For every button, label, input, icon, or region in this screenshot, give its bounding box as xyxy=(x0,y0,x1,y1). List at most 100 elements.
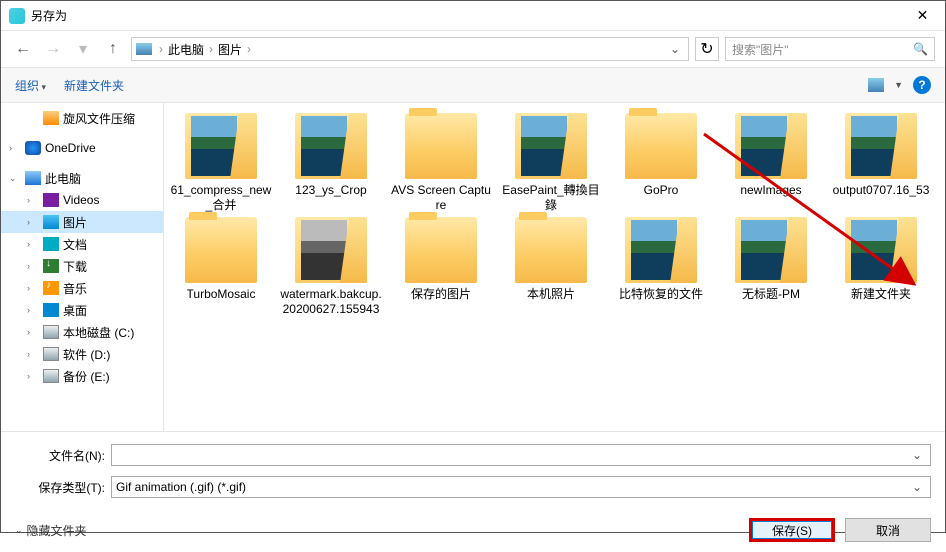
new-folder-button[interactable]: 新建文件夹 xyxy=(64,77,124,94)
chevron-icon: › xyxy=(27,239,39,249)
organize-menu[interactable]: 组织 xyxy=(15,77,46,94)
folder-icon xyxy=(735,113,807,179)
folder-item[interactable]: 本机照片 xyxy=(500,217,602,317)
folder-label: newImages xyxy=(740,183,801,198)
view-options-button[interactable] xyxy=(868,78,884,92)
folder-item[interactable]: 比特恢复的文件 xyxy=(610,217,712,317)
sidebar-item-label: 文档 xyxy=(63,236,87,253)
folder-item[interactable]: 123_ys_Crop xyxy=(280,113,382,213)
folder-item[interactable]: 新建文件夹 xyxy=(830,217,932,317)
search-icon: 🔍 xyxy=(913,42,928,56)
sidebar-item-1[interactable]: ›OneDrive xyxy=(1,137,163,159)
folder-label: 保存的图片 xyxy=(411,287,471,302)
sidebar-item-10[interactable]: › 软件 (D:) xyxy=(1,343,163,365)
folder-label: 61_compress_new_合并 xyxy=(170,183,272,213)
drive-icon xyxy=(43,369,59,383)
sidebar-item-8[interactable]: › 桌面 xyxy=(1,299,163,321)
whirl-icon xyxy=(43,111,59,125)
view-dropdown-icon[interactable]: ▼ xyxy=(894,80,903,90)
folder-icon xyxy=(515,113,587,179)
folder-item[interactable]: newImages xyxy=(720,113,822,213)
up-button[interactable]: ↑ xyxy=(101,37,125,61)
folder-label: 比特恢复的文件 xyxy=(619,287,703,302)
sidebar-item-11[interactable]: ›备份 (E:) xyxy=(1,365,163,387)
sidebar-item-label: Videos xyxy=(63,193,99,207)
sidebar-item-7[interactable]: ›音乐 xyxy=(1,277,163,299)
help-button[interactable]: ? xyxy=(913,76,931,94)
folder-label: 本机照片 xyxy=(527,287,575,302)
filename-dropdown-icon[interactable]: ⌄ xyxy=(908,448,926,462)
chevron-right-icon: › xyxy=(206,42,216,56)
folder-icon xyxy=(845,217,917,283)
sidebar-item-label: 此电脑 xyxy=(45,170,81,187)
chevron-right-icon: › xyxy=(244,42,254,56)
sidebar-item-6[interactable]: ›下载 xyxy=(1,255,163,277)
folder-icon xyxy=(845,113,917,179)
recent-dropdown[interactable]: ▾ xyxy=(71,37,95,61)
close-button[interactable]: ✕ xyxy=(900,1,945,31)
chevron-icon: › xyxy=(27,283,39,293)
folder-item[interactable]: EasePaint_轉換目錄 xyxy=(500,113,602,213)
sidebar-item-label: 旋风文件压缩 xyxy=(63,110,135,127)
folder-label: output0707.16_53 xyxy=(833,183,930,198)
folder-icon xyxy=(295,113,367,179)
filename-label: 文件名(N): xyxy=(15,447,111,464)
cancel-button[interactable]: 取消 xyxy=(845,518,931,542)
hide-folders-toggle[interactable]: ⌄ 隐藏文件夹 xyxy=(15,522,87,539)
sidebar-item-label: 下载 xyxy=(63,258,87,275)
folder-item[interactable]: 无标题-PM xyxy=(720,217,822,317)
folder-icon xyxy=(185,217,257,283)
app-icon xyxy=(9,8,25,24)
folder-label: EasePaint_轉換目錄 xyxy=(500,183,602,213)
file-grid: 61_compress_new_合并 123_ys_Crop AVS Screen … xyxy=(164,103,945,431)
folder-item[interactable]: AVS Screen Capture xyxy=(390,113,492,213)
sidebar-item-5[interactable]: › 文档 xyxy=(1,233,163,255)
folder-item[interactable]: output0707.16_53 xyxy=(830,113,932,213)
filetype-select[interactable]: Gif animation (.gif) (*.gif) ⌄ xyxy=(111,476,931,498)
folder-icon xyxy=(295,217,367,283)
search-input[interactable]: 搜索"图片" 🔍 xyxy=(725,37,935,61)
chevron-right-icon: › xyxy=(156,42,166,56)
breadcrumb-segment[interactable]: 此电脑 xyxy=(168,41,204,58)
chevron-down-icon: ⌄ xyxy=(15,525,23,536)
sidebar-item-9[interactable]: ›本地磁盘 (C:) xyxy=(1,321,163,343)
filename-input[interactable]: ⌄ xyxy=(111,444,931,466)
sidebar-item-label: 软件 (D:) xyxy=(63,346,110,363)
breadcrumb-dropdown[interactable]: ⌄ xyxy=(666,42,684,56)
sidebar-item-0[interactable]: 旋风文件压缩 xyxy=(1,107,163,129)
folder-item[interactable]: 保存的图片 xyxy=(390,217,492,317)
breadcrumb[interactable]: › 此电脑 › 图片 › ⌄ xyxy=(131,37,689,61)
folder-icon xyxy=(185,113,257,179)
forward-button[interactable]: → xyxy=(41,37,65,61)
chevron-icon: › xyxy=(27,371,39,381)
folder-item[interactable]: TurboMosaic xyxy=(170,217,272,317)
folder-label: AVS Screen Capture xyxy=(390,183,492,213)
chevron-icon: › xyxy=(27,195,39,205)
sidebar-item-label: OneDrive xyxy=(45,141,96,155)
folder-icon xyxy=(515,217,587,283)
sidebar-item-2[interactable]: ⌄此电脑 xyxy=(1,167,163,189)
folder-item[interactable]: watermark.bakcup.20200627.155943 xyxy=(280,217,382,317)
down-icon xyxy=(43,259,59,273)
drive-icon xyxy=(43,325,59,339)
folder-label: 无标题-PM xyxy=(742,287,800,302)
chevron-icon: › xyxy=(27,349,39,359)
location-icon xyxy=(136,43,152,55)
pc-icon xyxy=(25,171,41,185)
onedrive-icon xyxy=(25,141,41,155)
filetype-dropdown-icon[interactable]: ⌄ xyxy=(908,480,926,494)
chevron-icon: › xyxy=(27,217,39,227)
back-button[interactable]: ← xyxy=(11,37,35,61)
folder-label: GoPro xyxy=(644,183,679,198)
refresh-button[interactable]: ↻ xyxy=(695,37,719,61)
sidebar-item-label: 桌面 xyxy=(63,302,87,319)
video-icon xyxy=(43,193,59,207)
breadcrumb-segment[interactable]: 图片 xyxy=(218,41,242,58)
chevron-icon: › xyxy=(27,305,39,315)
sidebar-item-3[interactable]: › Videos xyxy=(1,189,163,211)
folder-item[interactable]: 61_compress_new_合并 xyxy=(170,113,272,213)
save-button[interactable]: 保存(S) xyxy=(749,518,835,542)
sidebar-item-4[interactable]: ›图片 xyxy=(1,211,163,233)
folder-item[interactable]: GoPro xyxy=(610,113,712,213)
search-placeholder: 搜索"图片" xyxy=(732,41,789,58)
